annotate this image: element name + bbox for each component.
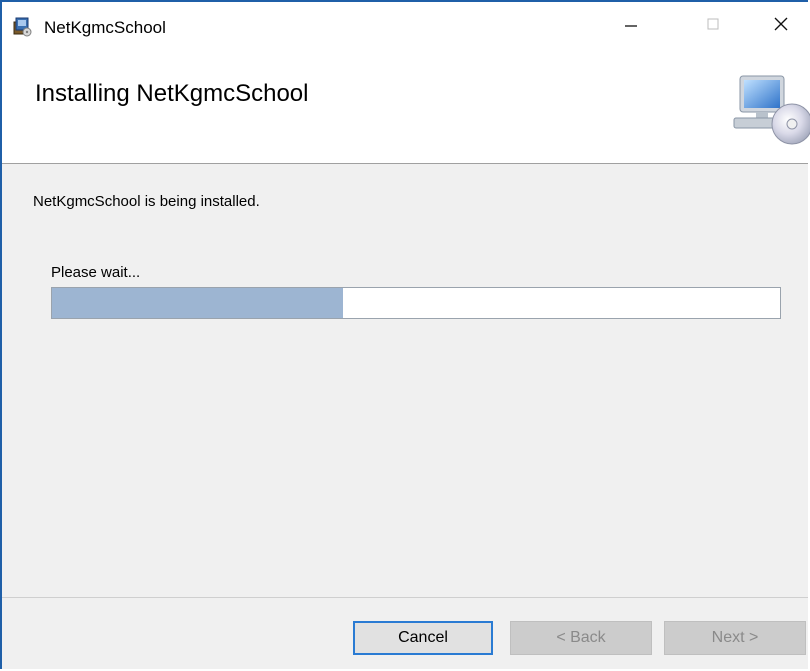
cancel-button[interactable]: Cancel bbox=[353, 621, 493, 655]
installer-app-icon bbox=[12, 16, 34, 38]
install-progress-bar bbox=[51, 287, 781, 319]
minimize-button[interactable] bbox=[608, 10, 654, 42]
back-button[interactable]: < Back bbox=[510, 621, 652, 655]
maximize-icon bbox=[705, 16, 721, 37]
page-title: Installing NetKgmcSchool bbox=[35, 80, 309, 107]
progress-fill bbox=[52, 288, 344, 318]
installer-window: NetKgmcSchool Installing NetKgmcSchool N… bbox=[0, 0, 810, 669]
window-title: NetKgmcSchool bbox=[44, 18, 166, 37]
minimize-icon bbox=[623, 16, 639, 37]
install-status-text: NetKgmcSchool is being installed. bbox=[33, 193, 260, 210]
title-bar[interactable]: NetKgmcSchool bbox=[2, 2, 808, 42]
footer-divider bbox=[2, 597, 808, 598]
computer-cd-icon bbox=[728, 72, 810, 146]
next-button[interactable]: Next > bbox=[664, 621, 806, 655]
maximize-button[interactable] bbox=[690, 10, 736, 42]
close-button[interactable] bbox=[758, 10, 804, 42]
close-icon bbox=[772, 15, 790, 38]
please-wait-label: Please wait... bbox=[51, 264, 141, 281]
installer-header: Installing NetKgmcSchool bbox=[2, 42, 810, 164]
